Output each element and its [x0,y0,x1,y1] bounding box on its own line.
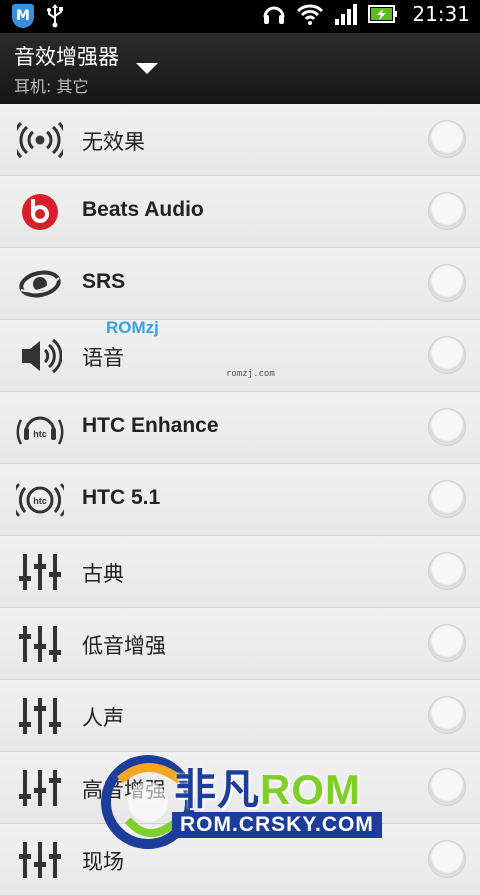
list-item-beats-audio[interactable]: Beats Audio [0,176,480,248]
radio-button[interactable] [428,840,466,878]
radio-button[interactable] [428,336,466,374]
no-effect-icon [16,117,64,163]
dropdown-caret-icon[interactable] [136,63,158,74]
list-item-no-effect[interactable]: 无效果 [0,104,480,176]
item-label: 无效果 [82,131,145,154]
equalizer-icon [16,549,64,595]
shield-letter: M [16,8,30,24]
htc-headphone-icon: htc [16,405,64,451]
radio-button[interactable] [428,696,466,734]
srs-icon [16,261,64,307]
item-label: 语音 [82,347,124,370]
radio-button[interactable] [428,408,466,446]
header-bar[interactable]: 音效增强器 耳机: 其它 [0,33,480,104]
watermark-romzj-url: romzj.com [226,369,275,379]
status-time: 21:31 [412,2,470,26]
item-label: 低音增强 [82,635,166,658]
usb-icon [47,4,63,28]
radio-button[interactable] [428,480,466,518]
htc-surround-icon: htc [16,477,64,523]
brand-rom: ROM [260,766,362,813]
list-item-classical[interactable]: 古典 [0,536,480,608]
status-bar: M 21:31 [0,0,480,33]
item-label: 人声 [82,707,124,730]
list-item-htc-5-1[interactable]: htc HTC 5.1 [0,464,480,536]
item-label: HTC 5.1 [82,486,161,509]
signal-icon [335,4,358,25]
speaker-icon [16,333,64,379]
svg-text:htc: htc [33,496,47,506]
radio-button[interactable] [428,192,466,230]
equalizer-icon [16,837,64,883]
status-left: M [12,4,64,28]
item-label: HTC Enhance [82,414,219,437]
watermark-brand: 非凡ROM [174,756,361,817]
watermark-romzj-logo: ROMzj [106,318,159,337]
watermark-url: ROM.CRSKY.COM [172,812,382,838]
wifi-icon [297,4,324,25]
item-label: 古典 [82,563,124,586]
item-label: SRS [82,270,126,293]
equalizer-icon [16,765,64,811]
equalizer-icon [16,693,64,739]
item-label: Beats Audio [82,198,204,221]
page-title: 音效增强器 [14,45,119,69]
beats-icon [16,189,64,235]
page-subtitle: 耳机: 其它 [14,77,89,96]
radio-button[interactable] [428,624,466,662]
radio-button[interactable] [428,552,466,590]
equalizer-icon [16,621,64,667]
radio-button[interactable] [428,120,466,158]
brand-chinese: 非凡 [174,766,261,813]
shield-icon: M [12,4,34,28]
list-item-bass-boost[interactable]: 低音增强 [0,608,480,680]
radio-button[interactable] [428,768,466,806]
list-item-vocal[interactable]: 人声 [0,680,480,752]
list-item-srs[interactable]: SRS [0,248,480,320]
headset-icon [263,6,285,24]
battery-charging-icon [368,5,398,23]
radio-button[interactable] [428,264,466,302]
watermark-crsky: 非凡ROM ROM.CRSKY.COM [98,750,408,853]
list-item-voice[interactable]: 语音 [0,320,480,392]
svg-text:htc: htc [33,429,47,439]
status-right: 21:31 [262,2,470,26]
list-item-htc-enhance[interactable]: htc HTC Enhance [0,392,480,464]
